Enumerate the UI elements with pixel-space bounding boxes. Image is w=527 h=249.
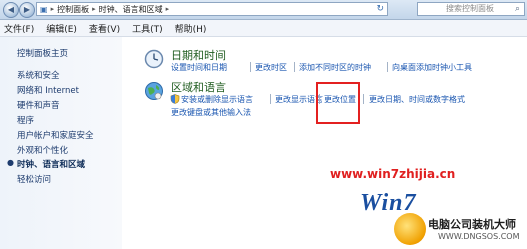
watermark-brand: 电脑公司装机大师 <box>428 218 516 231</box>
menu-file[interactable]: 文件(F) <box>4 22 34 35</box>
highlight-box <box>316 82 360 124</box>
breadcrumb-clock-language-region[interactable]: 时钟、语言和区域 <box>99 4 163 15</box>
sidebar-item-ease-of-access[interactable]: 轻松访问 <box>17 173 51 185</box>
sidebar-item-home[interactable]: 控制面板主页 <box>17 47 68 59</box>
folder-icon: ▣ <box>40 4 48 14</box>
menu-help[interactable]: 帮助(H) <box>175 22 207 35</box>
menu-bar: 文件(F) 编辑(E) 查看(V) 工具(T) 帮助(H) <box>0 20 527 37</box>
menu-view[interactable]: 查看(V) <box>89 22 120 35</box>
address-bar: ◀ ▶ ▣ ▸ 控制面板 ▸ 时钟、语言和区域 ▸ ↻ 搜索控制面板 ⌕ <box>0 0 527 20</box>
link-install-display-language[interactable]: 安装或删除显示语言 <box>181 94 253 105</box>
globe-icon <box>145 82 163 100</box>
link-change-time-zone[interactable]: 更改时区 <box>255 62 287 73</box>
link-separator <box>270 94 271 104</box>
shield-icon <box>170 94 180 104</box>
brand-badge-icon <box>394 213 426 245</box>
link-set-time-date[interactable]: 设置时间和日期 <box>171 62 227 73</box>
link-desktop-clock-gadget[interactable]: 向桌面添加时钟小工具 <box>392 62 472 73</box>
breadcrumb-separator-icon: ▸ <box>50 5 55 13</box>
address-field[interactable]: ▣ ▸ 控制面板 ▸ 时钟、语言和区域 ▸ ↻ <box>36 2 388 16</box>
search-placeholder: 搜索控制面板 <box>446 4 494 13</box>
watermark-domain: WWW.DNGSOS.COM <box>438 232 520 241</box>
clock-icon <box>144 49 164 69</box>
link-separator <box>250 62 251 72</box>
breadcrumb-separator-icon: ▸ <box>92 5 96 13</box>
sidebar-item-appearance[interactable]: 外观和个性化 <box>17 144 68 156</box>
search-icon[interactable]: ⌕ <box>515 3 520 15</box>
watermark-url: www.win7zhijia.cn <box>330 167 456 181</box>
category-title-region-language[interactable]: 区域和语言 <box>171 79 226 95</box>
refresh-icon[interactable]: ↻ <box>376 4 384 14</box>
breadcrumb-control-panel[interactable]: 控制面板 <box>57 4 89 15</box>
link-add-clocks[interactable]: 添加不同时区的时钟 <box>299 62 371 73</box>
back-icon[interactable]: ◀ <box>3 2 19 18</box>
breadcrumb-separator-icon: ▸ <box>165 5 170 13</box>
sidebar-item-programs[interactable]: 程序 <box>17 114 34 126</box>
category-title-datetime[interactable]: 日期和时间 <box>171 47 226 63</box>
link-change-date-time-number-format[interactable]: 更改日期、时间或数字格式 <box>369 94 465 105</box>
sidebar-item-hardware-sound[interactable]: 硬件和声音 <box>17 99 60 111</box>
sidebar-item-clock-language-region[interactable]: 时钟、语言和区域 <box>17 158 85 170</box>
sidebar: 控制面板主页 系统和安全 网络和 Internet 硬件和声音 程序 用户帐户和… <box>0 37 122 249</box>
sidebar-item-user-accounts[interactable]: 用户帐户和家庭安全 <box>17 129 94 141</box>
sidebar-item-network[interactable]: 网络和 Internet <box>17 84 79 96</box>
link-separator <box>363 94 364 104</box>
menu-edit[interactable]: 编辑(E) <box>46 22 77 35</box>
selected-bullet-icon: ● <box>7 158 14 167</box>
forward-icon[interactable]: ▶ <box>19 2 35 18</box>
menu-tools[interactable]: 工具(T) <box>132 22 163 35</box>
link-change-keyboard-input[interactable]: 更改键盘或其他输入法 <box>171 107 251 118</box>
sidebar-item-system-security[interactable]: 系统和安全 <box>17 69 60 81</box>
link-separator <box>294 62 295 72</box>
search-input[interactable]: 搜索控制面板 ⌕ <box>417 2 525 16</box>
link-separator <box>387 62 388 72</box>
